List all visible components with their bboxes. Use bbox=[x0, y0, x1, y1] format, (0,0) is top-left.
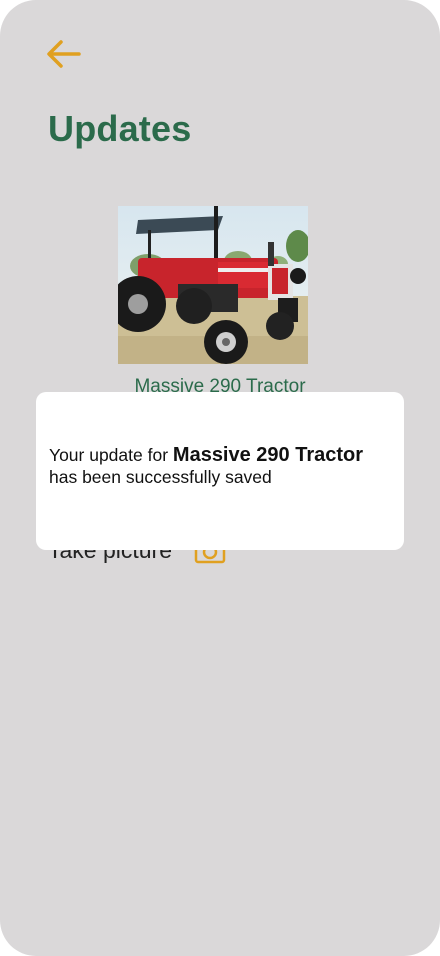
arrow-left-icon bbox=[47, 40, 81, 68]
tractor-image bbox=[118, 206, 308, 364]
message-suffix: has been successfully saved bbox=[49, 467, 272, 487]
back-button[interactable] bbox=[44, 36, 84, 72]
app-screen: Updates Massive 290 Tractor Your update … bbox=[0, 0, 440, 956]
page-title: Updates bbox=[48, 108, 192, 149]
message-product-name: Massive 290 Tractor bbox=[172, 444, 364, 466]
message-prefix: Your update for bbox=[49, 445, 173, 465]
success-dialog: Your update for Massive 290 Tractor has b… bbox=[36, 392, 404, 550]
success-message: Your update for Massive 290 Tractor has b… bbox=[49, 444, 392, 488]
